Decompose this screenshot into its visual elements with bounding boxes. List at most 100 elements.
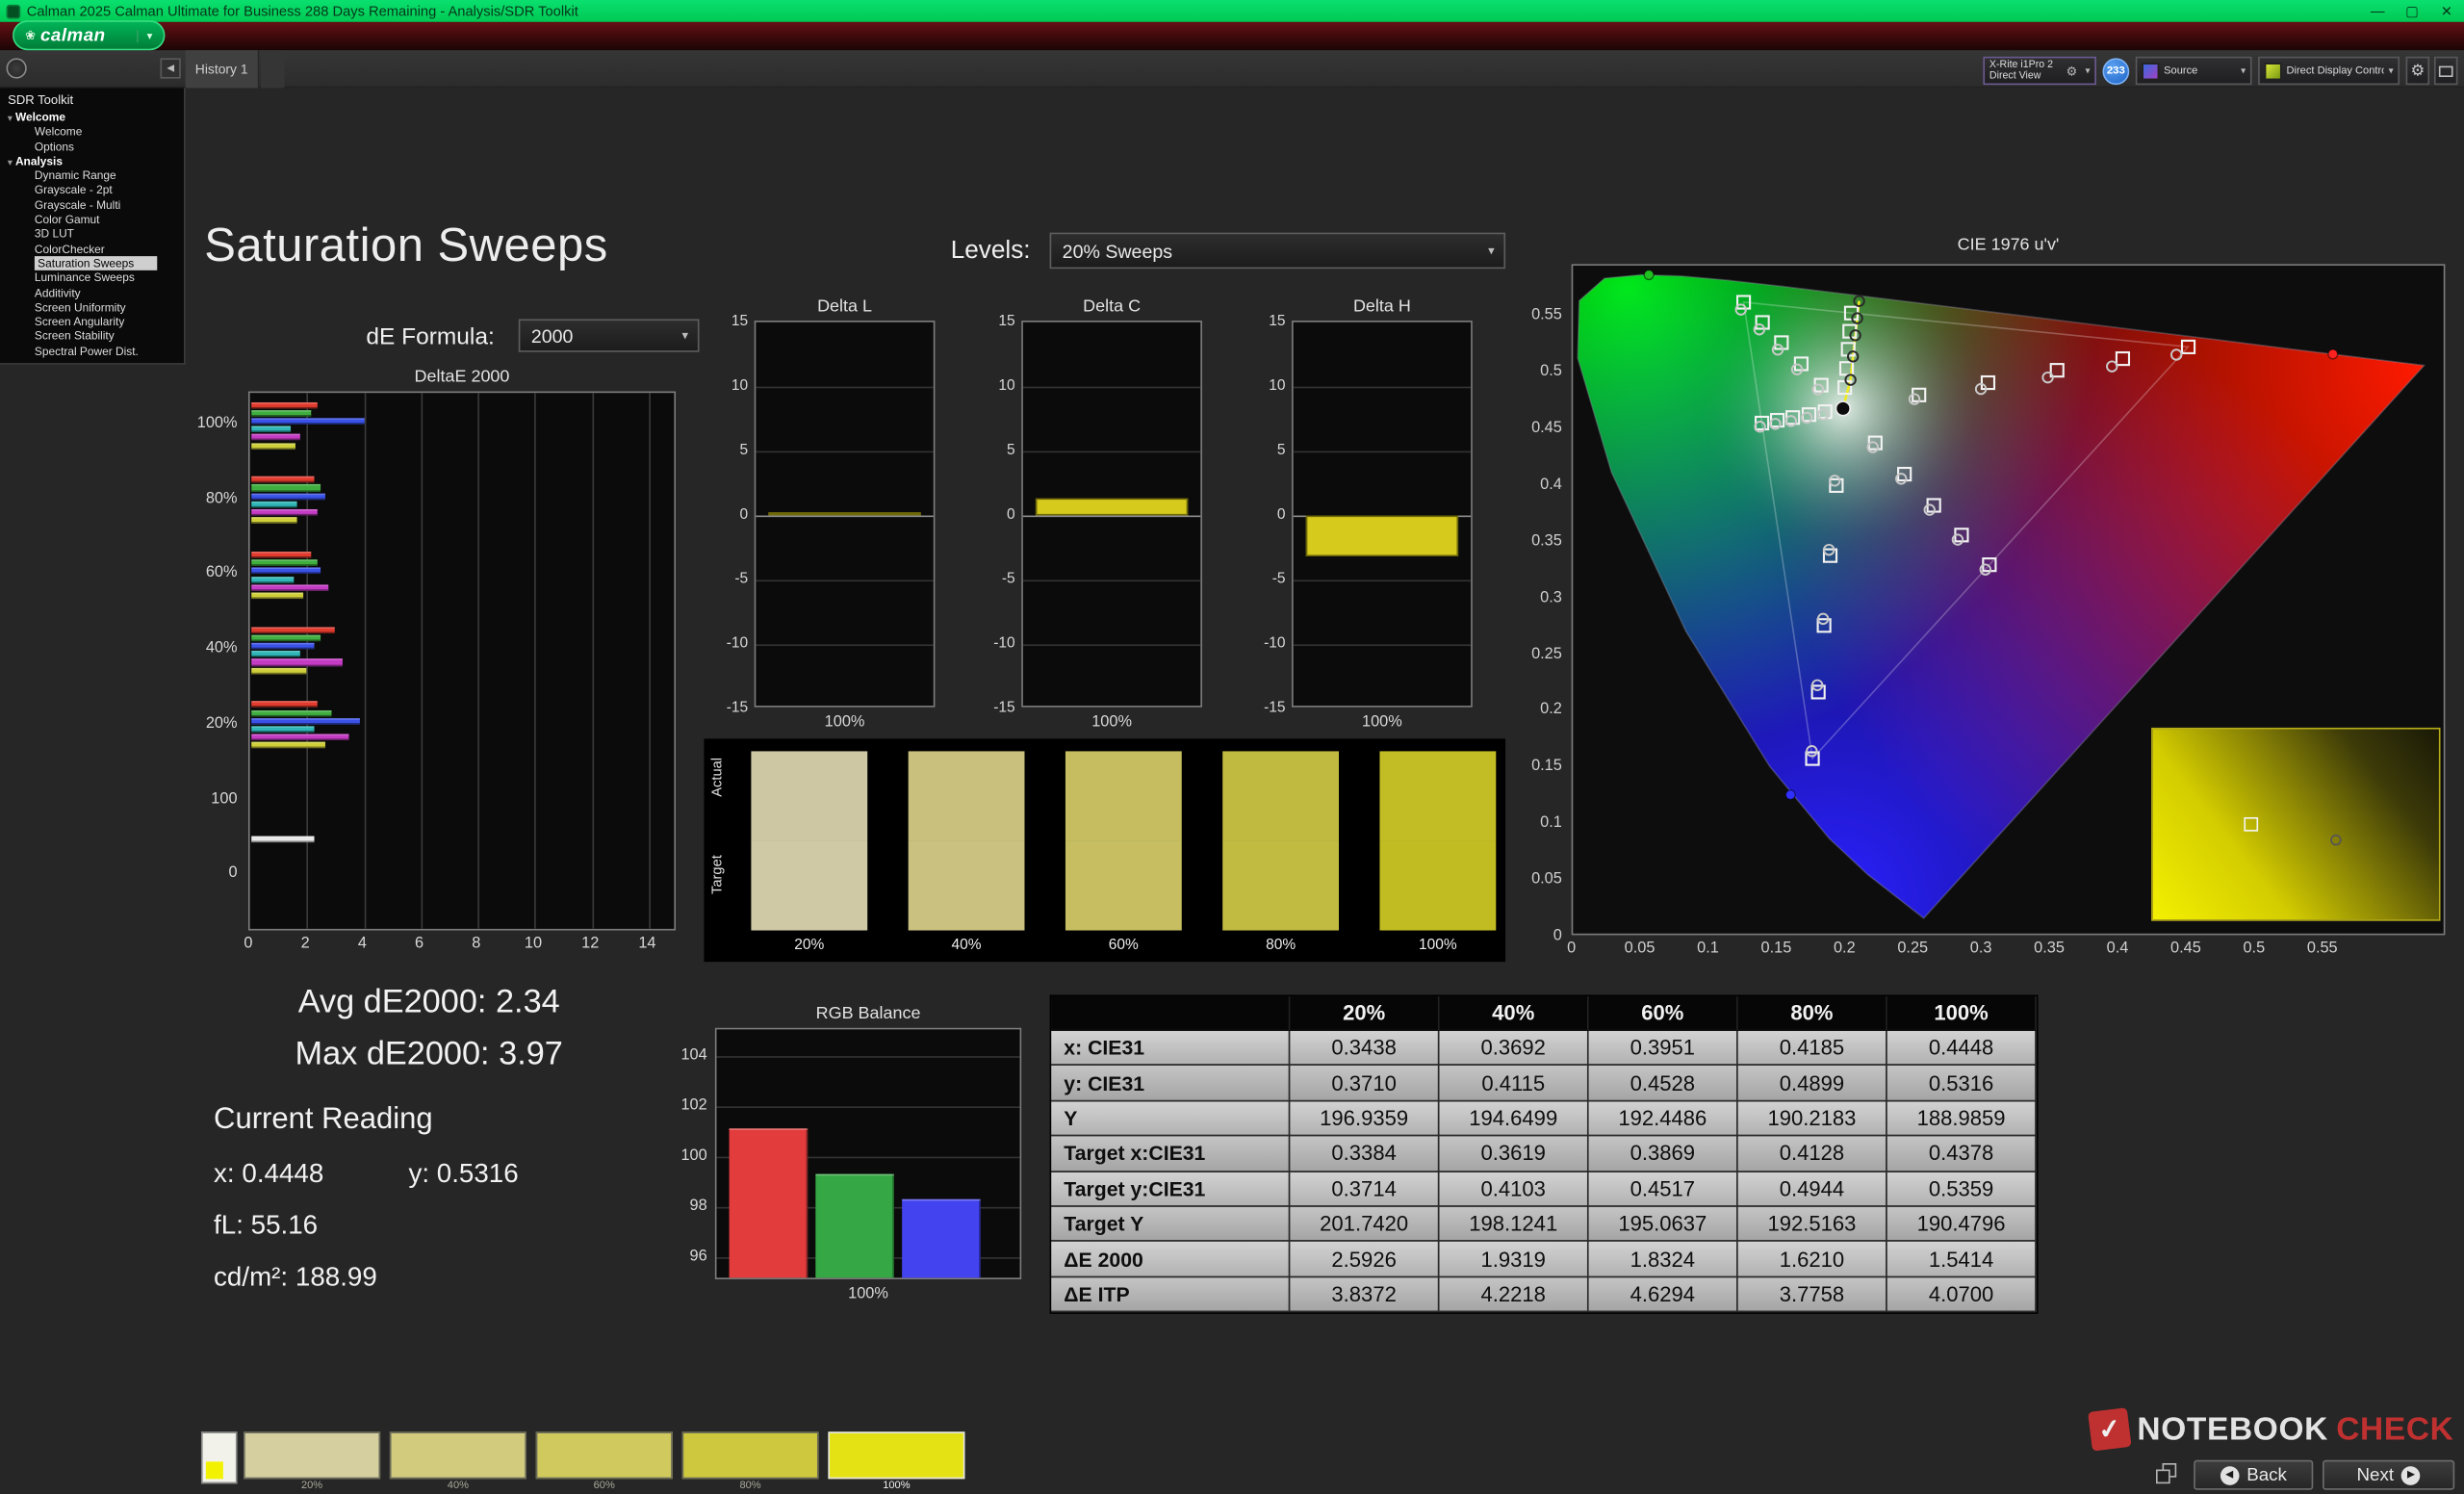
meter-line2: Direct View — [1989, 70, 2041, 82]
sidebar-item-welcome[interactable]: ▾ Welcome — [0, 110, 184, 124]
delta-c-title: Delta C — [1083, 296, 1142, 317]
sidebar-item-screen-angularity[interactable]: Screen Angularity — [35, 315, 184, 329]
notebookcheck-logo-icon: ✓ — [2088, 1407, 2132, 1452]
table-row-label: Target y:CIE31 — [1051, 1172, 1291, 1207]
sidebar-item-label: Welcome — [34, 124, 83, 140]
axis-tick-label: 104 — [680, 1046, 707, 1065]
display-control-dropdown[interactable]: Direct Display Control ▾ — [2258, 56, 2400, 86]
calman-app: Calman 2025 Calman Ultimate for Business… — [0, 0, 2464, 1494]
de-bar-cyan — [251, 425, 292, 433]
de-bar-white — [251, 835, 315, 842]
close-icon[interactable]: ✕ — [2429, 0, 2464, 22]
table-row-label: x: CIE31 — [1051, 1031, 1291, 1067]
levels-dropdown[interactable]: 20% Sweeps ▾ — [1049, 232, 1506, 270]
thumbnail-overview[interactable] — [200, 1431, 238, 1484]
table-cell: 1.9319 — [1439, 1242, 1589, 1277]
sidebar-item-saturation-sweeps[interactable]: Saturation Sweeps — [34, 256, 158, 271]
sidebar-item-spectral-power-dist-[interactable]: Spectral Power Dist. — [35, 344, 184, 358]
meter-line1: X-Rite i1Pro 2 — [1989, 59, 2054, 70]
axis-tick-label: 0 — [1276, 505, 1286, 524]
table-cell: 192.5163 — [1737, 1206, 1887, 1243]
sidebar-item-dynamic-range[interactable]: Dynamic Range — [35, 168, 184, 183]
table-cell: 0.4448 — [1886, 1031, 2037, 1067]
delta-h-chart: Delta H 15 10 5 0 -5 -10 -15 100% — [1264, 296, 1484, 738]
page-title: Saturation Sweeps — [204, 219, 608, 272]
thumbnail-100%[interactable] — [828, 1431, 965, 1480]
settings-gear-button[interactable]: ⚙ — [2405, 56, 2430, 86]
de-formula-value: 2000 — [530, 324, 574, 347]
back-button[interactable]: ◀ Back — [2194, 1459, 2314, 1490]
rgb-bar-green — [815, 1173, 894, 1278]
table-cell: 0.3714 — [1290, 1172, 1440, 1207]
sidebar-item-analysis[interactable]: ▾ Analysis — [0, 154, 184, 168]
sidebar-item-grayscale-multi[interactable]: Grayscale - Multi — [35, 197, 184, 212]
delta-l-y-axis: 15 10 5 0 -5 -10 -15 — [726, 313, 751, 717]
calman-menu-button[interactable]: ❀ calman ▾ — [13, 20, 166, 51]
new-tab-stub[interactable] — [261, 50, 285, 89]
de-formula-dropdown[interactable]: 2000 ▾ — [518, 319, 700, 352]
axis-tick-label: 100 — [680, 1146, 707, 1165]
thumbnail-label: 60% — [593, 1480, 615, 1492]
rgb-plot-area — [714, 1027, 1022, 1279]
table-header-cell: 80% — [1737, 996, 1887, 1032]
source-dropdown[interactable]: Source ▾ — [2135, 56, 2252, 86]
swatch-label: 100% — [1419, 937, 1457, 955]
sidebar-item-3d-lut[interactable]: 3D LUT — [35, 227, 184, 242]
tab-history-1[interactable]: History 1 — [185, 50, 260, 89]
table-cell: 190.2183 — [1737, 1101, 1887, 1137]
table-cell: 0.4103 — [1439, 1172, 1589, 1207]
gridline — [716, 1056, 1020, 1058]
de-bar-magenta — [251, 658, 343, 666]
deltae-plot-area — [247, 391, 677, 931]
sidebar-item-screen-uniformity[interactable]: Screen Uniformity — [35, 300, 184, 315]
de-bar-green — [251, 709, 332, 716]
chevron-down-icon[interactable]: ▾ — [8, 159, 13, 168]
sidebar-item-welcome[interactable]: Welcome — [35, 124, 184, 139]
thumbnail-80%[interactable] — [681, 1431, 819, 1480]
gridline — [421, 393, 423, 929]
sidebar-item-options[interactable]: Options — [35, 140, 184, 154]
restore-window-button[interactable] — [2155, 1462, 2179, 1486]
axis-tick-label: 0 — [1567, 940, 1577, 958]
maximize-icon[interactable]: ▢ — [2395, 0, 2429, 22]
thumbnail-20%[interactable] — [244, 1431, 381, 1480]
sidebar-item-label: Dynamic Range — [34, 167, 116, 183]
chevron-down-icon[interactable]: ▾ — [8, 115, 13, 124]
display-window-button[interactable] — [2433, 56, 2458, 86]
gear-icon[interactable]: ⚙ — [2063, 64, 2080, 78]
table-cell: 1.6210 — [1737, 1242, 1887, 1277]
gridline — [1022, 515, 1201, 518]
axis-tick-label: 5 — [1276, 441, 1286, 459]
swatch-target — [908, 840, 1025, 931]
delta-h-y-axis: 15 10 5 0 -5 -10 -15 — [1264, 313, 1289, 717]
sidebar-item-screen-stability[interactable]: Screen Stability — [35, 329, 184, 344]
axis-tick-label: 102 — [680, 1096, 707, 1115]
sidebar-item-grayscale-2pt[interactable]: Grayscale - 2pt — [35, 183, 184, 197]
delta-h-plot-area — [1292, 321, 1473, 708]
sidebar-item-additivity[interactable]: Additivity — [35, 285, 184, 299]
sidebar-item-colorchecker[interactable]: ColorChecker — [35, 242, 184, 256]
axis-tick-label: 4 — [357, 935, 367, 953]
minimize-icon[interactable]: — — [2360, 0, 2395, 22]
workspace-icon[interactable] — [6, 58, 27, 79]
chevron-down-icon: ▾ — [2388, 66, 2394, 77]
axis-tick-label: 15 — [731, 312, 749, 330]
sidebar-item-color-gamut[interactable]: Color Gamut — [35, 213, 184, 227]
table-cell: 196.9359 — [1290, 1101, 1440, 1137]
swatch-target — [1379, 840, 1497, 931]
de-bar-blue — [251, 418, 365, 425]
meter-selector-button[interactable]: X-Rite i1Pro 2 Direct View ⚙ ▾ — [1983, 56, 2096, 86]
sdr-toolkit-panel: SDR Toolkit ▾ Welcome Welcome Options ▾ Analy… — [0, 88, 186, 365]
axis-tick-label: 0.5 — [1540, 363, 1562, 381]
sidebar-item-luminance-sweeps[interactable]: Luminance Sweeps — [35, 270, 184, 285]
table-cell: 192.4486 — [1588, 1101, 1738, 1137]
gridline — [364, 393, 366, 929]
next-button[interactable]: Next ▶ — [2323, 1459, 2455, 1490]
axis-tick-label: 0.1 — [1697, 940, 1719, 958]
yellow-patch-icon — [205, 1461, 223, 1480]
thumbnail-40%[interactable] — [389, 1431, 526, 1480]
chevron-down-icon: ▾ — [2085, 66, 2091, 77]
collapse-panel-button[interactable]: ◀ — [160, 58, 181, 79]
thumbnail-60%[interactable] — [535, 1431, 673, 1480]
axis-tick-label: -5 — [734, 570, 749, 588]
